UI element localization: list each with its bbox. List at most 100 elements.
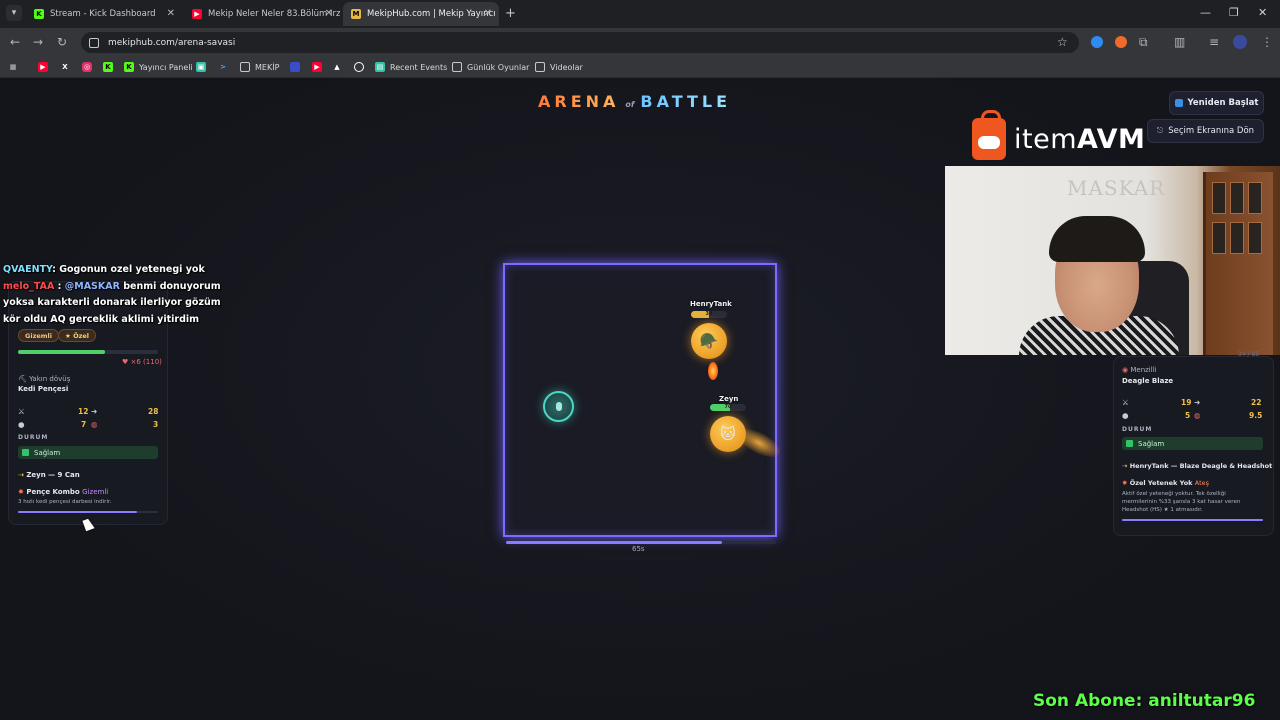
sword-icon: ⚔ [18,407,25,416]
status-heading: DURUM [18,434,49,441]
bookmark-folder-mekip[interactable]: MEKİP [240,61,279,73]
restart-icon [1174,99,1183,107]
check-icon [1126,440,1133,447]
range-value: 3 [153,420,159,429]
folder-icon [535,62,545,72]
summary: ⇢ Zeyn — 9 Can [18,471,80,479]
cat-icon[interactable]: 🐱 [710,416,746,452]
terminal-icon: > [220,63,226,71]
range-value: 9.5 [1249,411,1263,420]
tab-title: Mekip Neler Neler 83.Bölüm Irz [208,9,340,19]
app-icon: ▣ [196,62,206,72]
defense-value: 7 [81,420,87,429]
close-tab-icon[interactable]: ✕ [167,8,175,19]
reload-icon[interactable]: ↻ [57,35,67,49]
fighter-hp-zeyn: 70 [710,404,746,411]
youtube-icon: ▶ [312,62,322,72]
restart-button[interactable]: Yeniden Başlat [1169,91,1264,115]
fighter-hp-henrytank: 34 [691,311,727,318]
app-icon [290,62,300,72]
summary: ⇢ HenryTank — Blaze Deagle & Headshot [1122,462,1273,470]
kick-icon: K [124,62,134,72]
bookmark-yayinci-paneli[interactable]: K Yayıncı Paneli [124,61,193,73]
youtube-icon: ▶ [38,62,48,72]
exit-icon: ⎋ [1156,126,1164,135]
tab-search-icon[interactable]: ▾ [6,5,22,21]
time-remaining: 65s [632,545,645,553]
bookmark-youtube[interactable]: ▶ [38,61,53,73]
title-of: of [625,100,635,109]
itemavm-logo: itemAVM [972,110,1145,160]
back-to-selection-button[interactable]: ⎋ Seçim Ekranına Dön [1147,119,1264,143]
range-icon: ◍ [91,420,98,429]
side-panel-icon[interactable]: ▥ [1174,35,1185,49]
ability: ✸ Özel Yetenek Yok Ateş [1122,479,1210,487]
ability-description: 3 hızlı kedi pençesi darbesi indirir. [18,499,112,505]
check-icon [22,449,29,456]
webcam-overlay: MASKAR [945,166,1280,355]
profile-avatar[interactable] [1233,35,1247,49]
bookmark-folder-gunluk-oyunlar[interactable]: Günlük Oyunlar [452,61,529,73]
extensions-puzzle-icon[interactable]: ⧉ [1139,35,1148,50]
events-icon: ▤ [375,62,385,72]
tab-mekiphub[interactable]: M MekipHub.com | Mekip Yayıncı ✕ [343,2,499,26]
attack-value: 12 [78,407,89,416]
image-icon: ▲ [334,63,340,71]
kick-icon: K [34,9,44,19]
chat-overlay: QVAENTY: Gogonun ozel yetenegi yok melo_… [3,262,228,328]
back-arrow-icon[interactable]: ← [10,35,20,49]
close-tab-icon[interactable]: ✕ [484,8,492,19]
game-title: ARENA of BATTLE [538,92,731,111]
youtube-icon: ▶ [192,9,202,19]
class-label: ◉ Menzilli [1122,366,1157,374]
circle-icon [354,62,364,72]
bookmark-image[interactable]: ▲ [332,61,347,73]
new-tab-icon[interactable]: + [505,6,516,21]
restore-icon[interactable]: ❐ [1229,6,1239,19]
folder-icon [452,62,462,72]
title-battle: BATTLE [640,92,732,111]
bookmark-star-icon[interactable]: ☆ [1057,35,1068,49]
extension-orange-icon[interactable] [1115,36,1127,48]
class-label: ⛏ Yakın dövüş [18,375,71,383]
bookmark-folder-videolar[interactable]: Videolar [535,61,583,73]
close-window-icon[interactable]: ✕ [1258,6,1267,19]
tab-kick-dashboard[interactable]: K Stream - Kick Dashboard ✕ [26,2,182,26]
bookmark-circle[interactable] [354,61,369,73]
chat-message: QVAENTY: Gogonun ozel yetenegi yok [3,264,205,275]
forward-arrow-icon[interactable]: → [33,35,43,49]
hp-bar [18,350,158,354]
media-controls-icon[interactable]: ≡ [1209,35,1219,49]
apps-grid-icon[interactable]: ▦ [8,61,23,73]
tag-mystery: Gizemli [18,329,59,342]
range-icon: ◍ [1194,411,1201,420]
bookmark-terminal[interactable]: > [218,61,233,73]
bookmark-app[interactable]: ▣ [196,61,211,73]
weapon-name: Kedi Pençesi [18,385,69,393]
extension-blue-icon[interactable] [1091,36,1103,48]
bookmark-blue-app[interactable] [290,61,305,73]
menu-dots-icon[interactable]: ⋮ [1261,35,1273,49]
bookmark-kick[interactable]: K [103,61,118,73]
tab-youtube-video[interactable]: ▶ Mekip Neler Neler 83.Bölüm Irz ✕ [184,2,340,26]
minimize-icon[interactable]: — [1200,6,1211,19]
tab-title: Stream - Kick Dashboard [50,9,156,19]
defense-value: 5 [1185,411,1191,420]
bookmark-youtube-2[interactable]: ▶ [312,61,327,73]
chat-message: melo_TAA : @MASKAR benmi donuyorum yoksa… [3,280,221,325]
close-tab-icon[interactable]: ✕ [325,8,333,19]
tank-icon[interactable]: 🪖 [691,323,727,359]
time-bar [506,541,722,544]
bookmark-recent-events[interactable]: ▤ Recent Events [375,61,447,73]
address-bar[interactable]: mekiphub.com/arena-savasi [81,32,1079,53]
site-info-icon[interactable] [89,37,99,48]
bookmark-x[interactable]: X [60,61,75,73]
bookmark-instagram[interactable]: ◎ [82,61,97,73]
ability-description: Aktif özel yeteneği yoktur. Tek özelliği… [1122,491,1241,513]
heal-orb[interactable] [543,391,574,422]
x-icon: X [62,63,68,71]
wooden-door [1203,172,1273,355]
shopping-bag-gamepad-icon [972,110,1006,160]
bullet-spark [708,362,718,380]
hp-note: ♥ ×6 (110) [122,358,162,366]
